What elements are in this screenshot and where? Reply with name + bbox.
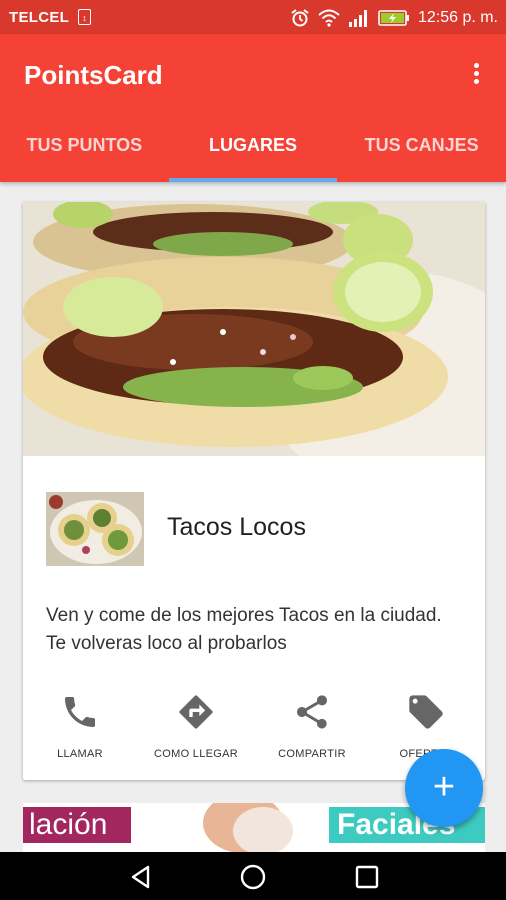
call-label: LLAMAR [57, 748, 103, 760]
tab-indicator [168, 178, 338, 182]
share-button[interactable]: COMPARTIR [257, 692, 367, 760]
add-icon: + [432, 766, 456, 808]
tab-bar: TUS PUNTOS LUGARES TUS CANJES [0, 130, 506, 182]
share-icon [297, 695, 327, 729]
place-hero-image [23, 202, 485, 456]
alarm-icon [291, 9, 309, 27]
tag-icon [409, 695, 443, 729]
app-bar: PointsCard TUS PUNTOS LUGARES TUS CANJES [0, 34, 506, 182]
recents-icon[interactable] [352, 862, 382, 892]
add-fab-button[interactable]: + [405, 749, 483, 827]
next-card-banner-left: lación [23, 807, 131, 843]
carrier-label: TELCEL [9, 9, 70, 26]
tab-tus-puntos[interactable]: TUS PUNTOS [0, 130, 169, 182]
tab-label: TUS PUNTOS [26, 135, 143, 155]
tab-label: LUGARES [209, 135, 298, 155]
sim-icon: ↕ [78, 9, 91, 25]
call-button[interactable]: LLAMAR [25, 692, 135, 760]
directions-label: COMO LLEGAR [154, 748, 238, 760]
battery-charging-icon [378, 10, 409, 26]
tab-label: TUS CANJES [364, 135, 479, 155]
signal-icon [348, 10, 367, 27]
overflow-menu-icon[interactable] [466, 60, 486, 90]
app-title: PointsCard [24, 60, 163, 90]
place-avatar [46, 492, 144, 566]
phone-icon [65, 697, 95, 727]
next-card-image [153, 803, 333, 853]
clock: 12:56 p. m. [417, 9, 498, 26]
offers-button[interactable]: OFERTAS [371, 692, 481, 760]
share-label: COMPARTIR [278, 748, 346, 760]
directions-icon [179, 695, 213, 729]
status-icons: 12:56 p. m. [290, 7, 498, 29]
place-description: Ven y come de los mejores Tacos en la ci… [46, 605, 442, 654]
place-card[interactable]: Tacos Locos Ven y come de los mejores Ta… [23, 202, 485, 780]
place-name: Tacos Locos [167, 513, 306, 541]
home-icon[interactable] [238, 862, 268, 892]
directions-button[interactable]: COMO LLEGAR [141, 692, 251, 760]
tab-lugares[interactable]: LUGARES [168, 130, 338, 182]
tab-tus-canjes[interactable]: TUS CANJES [337, 130, 506, 182]
back-icon[interactable] [126, 862, 156, 892]
wifi-icon [318, 9, 340, 27]
status-bar: TELCEL ↕ 12:56 p. m. [0, 0, 506, 34]
system-navigation-bar [0, 852, 506, 900]
